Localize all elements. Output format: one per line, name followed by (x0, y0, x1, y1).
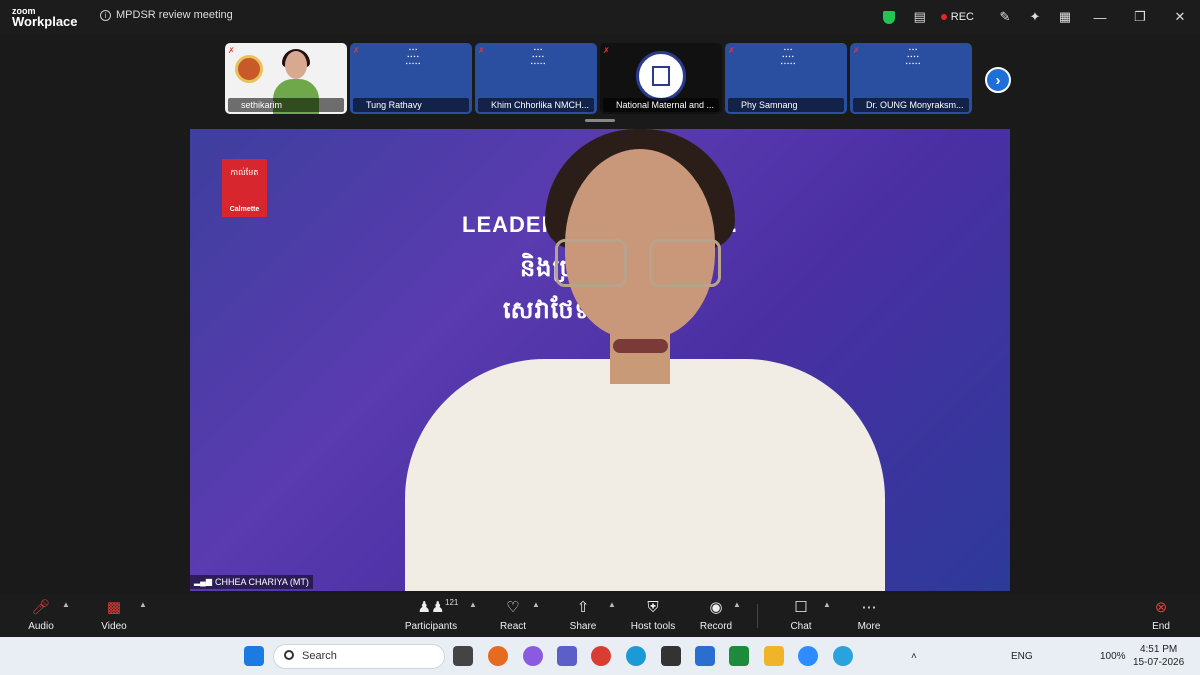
edge-icon[interactable] (626, 646, 646, 666)
signal-bars-icon: ▂▄▆ (194, 577, 212, 586)
participant-thumb[interactable]: ▪ ▪ ▪ ▪ ▪ ▪ ▪ ▪ ▪ ▪ ▪ ▪ ✗ Phy Samnang (725, 43, 847, 114)
more-dots-icon: ⋯ (861, 599, 877, 616)
react-caret-icon[interactable]: ▲ (532, 600, 540, 609)
shield-icon: ⛨ (647, 599, 659, 616)
title-bar: zoom Workplace i MPDSR review meeting ▤ … (0, 0, 1200, 34)
participant-name: Dr. OUNG Monyraksm... (853, 98, 969, 112)
sparkle-icon[interactable]: ✦ (1020, 0, 1050, 34)
minimize-button[interactable]: — (1080, 0, 1120, 34)
clock-time: 4:51 PM (1139, 644, 1178, 655)
more-button[interactable]: ⋯ More (839, 598, 899, 632)
speaker-name-tag: ▂▄▆ CHHEA CHARIYA (MT) (190, 575, 313, 589)
telegram-icon[interactable] (833, 646, 853, 666)
copilot-icon[interactable] (523, 646, 543, 666)
slide-preview: ▪ ▪ ▪ ▪ ▪ ▪ ▪ ▪ ▪ ▪ ▪ ▪ (530, 47, 546, 67)
participant-thumb[interactable]: ✗ National Maternal and ... (600, 43, 722, 114)
participant-name: sethikarim (228, 98, 344, 112)
host-tools-button[interactable]: ⛨ Host tools (623, 598, 683, 632)
participant-name: Khim Chhorlika NMCH... (478, 98, 594, 112)
share-screen-icon: ⇧ (576, 599, 590, 616)
strip-resize-handle[interactable] (585, 119, 615, 122)
participant-name: National Maternal and ... (603, 98, 719, 112)
pen-icon[interactable]: ✎ (990, 0, 1020, 34)
rec-dot-icon (940, 14, 947, 20)
taskbar-clock[interactable]: 4:51 PM 15-07-2026 (1133, 643, 1184, 669)
mic-muted-icon: ✗ (853, 46, 860, 55)
meeting-toolbar: 🎤︎ Audio ▲ ▩ Video ▲ ♟♟ Participants 121… (0, 594, 1200, 637)
recording-indicator[interactable]: REC (940, 11, 974, 23)
end-x-icon: ⊗ (1154, 599, 1168, 616)
glasses (555, 239, 725, 289)
slide-preview: ▪ ▪ ▪ ▪ ▪ ▪ ▪ ▪ ▪ ▪ ▪ ▪ (780, 47, 796, 67)
video-button[interactable]: ▩ Video (84, 598, 144, 632)
notes-icon[interactable]: ▤ (905, 0, 935, 34)
chat-button[interactable]: ☐ Chat (771, 598, 831, 632)
view-grid-icon[interactable]: ▦ (1050, 0, 1080, 34)
mic-muted-icon: ✗ (728, 46, 735, 55)
mic-muted-icon: ✗ (353, 46, 360, 55)
ai-app-icon[interactable] (695, 646, 715, 666)
mic-muted-icon: ✗ (478, 46, 485, 55)
ministry-seal-icon (235, 55, 263, 83)
participant-thumb[interactable]: ✗ sethikarim (225, 43, 347, 114)
search-icon (284, 650, 294, 660)
end-meeting-button[interactable]: ⊗ End (1131, 598, 1191, 632)
security-shield-icon[interactable] (882, 10, 895, 24)
speaker-name: CHHEA CHARIYA (MT) (214, 577, 309, 587)
participant-name: Tung Rathavy (353, 98, 469, 112)
participant-thumb[interactable]: ▪ ▪ ▪ ▪ ▪ ▪ ▪ ▪ ▪ ▪ ▪ ▪ ✗ Dr. OUNG Monyrak… (850, 43, 972, 114)
chrome-icon[interactable] (591, 646, 611, 666)
participant-thumb[interactable]: ▪ ▪ ▪ ▪ ▪ ▪ ▪ ▪ ▪ ▪ ▪ ▪ ✗ Tung Rathavy (350, 43, 472, 114)
participant-name: Phy Samnang (728, 98, 844, 112)
speaker-figure (405, 129, 885, 591)
nmch-logo-icon (636, 51, 686, 101)
zoom-taskbar-icon[interactable] (798, 646, 818, 666)
close-button[interactable]: ✕ (1160, 0, 1200, 34)
app-cube-icon[interactable] (661, 646, 681, 666)
video-options-caret-icon[interactable]: ▲ (139, 600, 147, 609)
participant-thumb[interactable]: ▪ ▪ ▪ ▪ ▪ ▪ ▪ ▪ ▪ ▪ ▪ ▪ ✗ Khim Chhorlika N… (475, 43, 597, 114)
mic-muted-icon: ✗ (603, 46, 610, 55)
toolbar-divider (757, 604, 758, 628)
chat-bubble-icon: ☐ (794, 599, 808, 616)
app-logo: zoom Workplace (12, 6, 78, 29)
participants-count: 121 (445, 598, 459, 607)
share-caret-icon[interactable]: ▲ (608, 600, 616, 609)
tray-expand-icon[interactable]: ˄ (911, 651, 917, 662)
audio-options-caret-icon[interactable]: ▲ (62, 600, 70, 609)
clock-date: 15-07-2026 (1133, 657, 1185, 668)
slide-preview: ▪ ▪ ▪ ▪ ▪ ▪ ▪ ▪ ▪ ▪ ▪ ▪ (405, 47, 421, 67)
windows-start-icon[interactable] (244, 646, 264, 666)
meeting-info[interactable]: i MPDSR review meeting (100, 9, 233, 21)
battery-level[interactable]: 100% (1100, 651, 1126, 662)
task-view-icon[interactable] (453, 646, 473, 666)
language-indicator[interactable]: ENG (1011, 651, 1033, 662)
teams-icon[interactable] (557, 646, 577, 666)
record-caret-icon[interactable]: ▲ (733, 600, 741, 609)
next-page-button[interactable]: › (985, 67, 1011, 93)
brand-bottom: Workplace (12, 14, 78, 29)
video-off-icon: ▩ (106, 599, 122, 616)
restore-button[interactable]: ❐ (1120, 0, 1160, 34)
participants-caret-icon[interactable]: ▲ (469, 600, 477, 609)
active-speaker-video[interactable]: កាល់មែត Calmette ការបង... LEADERSHIP និង… (190, 129, 1010, 591)
taskbar-search-input[interactable]: Search (273, 644, 445, 669)
participant-strip: ✗ sethikarim ▪ ▪ ▪ ▪ ▪ ▪ ▪ ▪ ▪ ▪ ▪ ▪ ✗ Tun… (225, 43, 972, 114)
mic-muted-icon: ✗ (228, 46, 235, 55)
xbox-icon[interactable] (729, 646, 749, 666)
rec-label: REC (950, 11, 974, 23)
file-explorer-icon[interactable] (764, 646, 784, 666)
firefox-icon[interactable] (488, 646, 508, 666)
slide-preview: ▪ ▪ ▪ ▪ ▪ ▪ ▪ ▪ ▪ ▪ ▪ ▪ (905, 47, 921, 67)
info-icon: i (100, 9, 111, 21)
meeting-title: MPDSR review meeting (116, 9, 233, 21)
share-button[interactable]: ⇧ Share (553, 598, 613, 632)
chat-caret-icon[interactable]: ▲ (823, 600, 831, 609)
